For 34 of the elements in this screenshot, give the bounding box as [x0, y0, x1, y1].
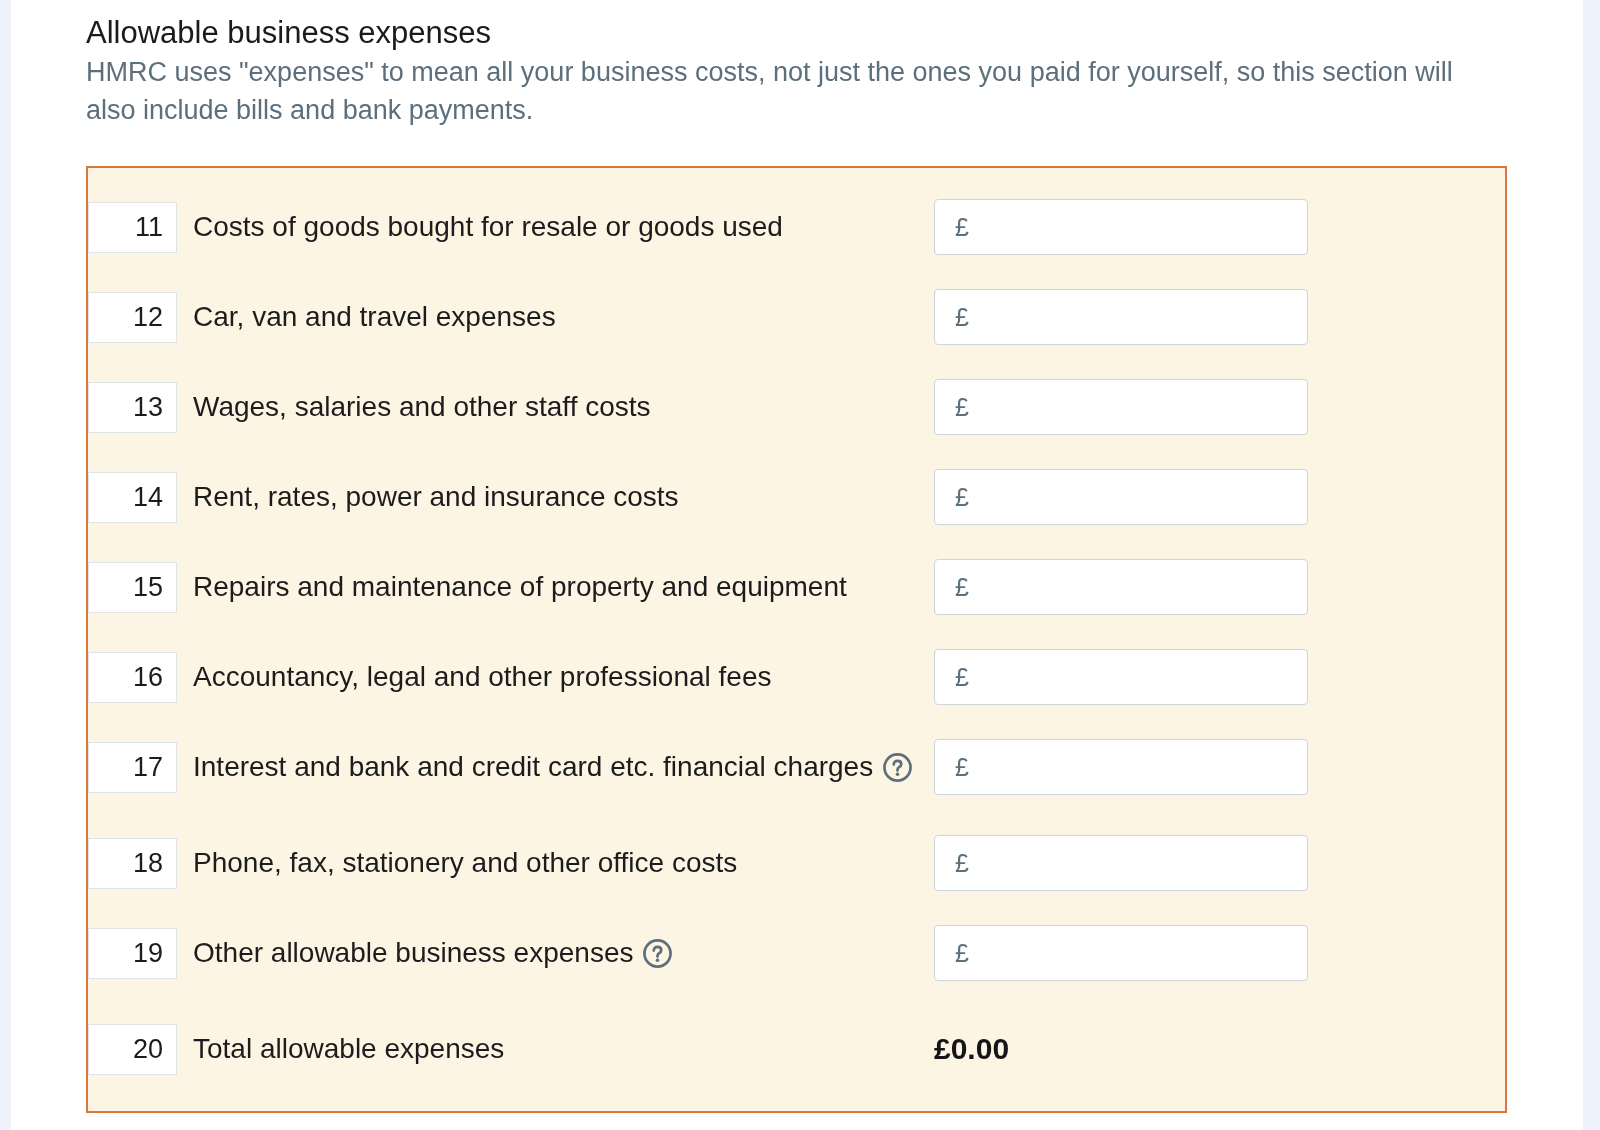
- line-label: Phone, fax, stationery and other office costs: [193, 846, 738, 880]
- line-label: Accountancy, legal and other professional fees: [193, 660, 772, 694]
- section-description: HMRC uses "expenses" to mean all your business costs, not just the ones you paid for yourself, so this section will also include bills and bank payments.: [86, 56, 1454, 127]
- section-title: Allowable business expenses: [86, 15, 491, 51]
- total-amount: £0.00: [934, 1032, 1010, 1066]
- line-label: Wages, salaries and other staff costs: [193, 390, 651, 424]
- line-label: Costs of goods bought for resale or goods used: [193, 210, 783, 244]
- line-label: Car, van and travel expenses: [193, 300, 556, 334]
- line-number: 14: [88, 471, 177, 523]
- amount-field[interactable]: £: [934, 289, 1308, 345]
- line-number: 17: [88, 741, 177, 793]
- help-icon[interactable]: [643, 938, 673, 968]
- line-label: Other allowable business expenses: [193, 936, 634, 970]
- amount-field[interactable]: £: [934, 739, 1308, 795]
- help-icon[interactable]: [883, 752, 913, 782]
- line-number: 19: [88, 927, 177, 979]
- line-number: 20: [88, 1023, 177, 1075]
- amount-field[interactable]: £: [934, 649, 1308, 705]
- amount-field[interactable]: £: [934, 559, 1308, 615]
- line-number: 15: [88, 561, 177, 613]
- amount-field[interactable]: £: [934, 379, 1308, 435]
- line-label: Rent, rates, power and insurance costs: [193, 480, 679, 514]
- amount-field[interactable]: £: [934, 469, 1308, 525]
- line-number: 11: [88, 201, 177, 253]
- line-number: 12: [88, 291, 177, 343]
- amount-field[interactable]: £: [934, 835, 1308, 891]
- amount-field[interactable]: £: [934, 925, 1308, 981]
- amount-field[interactable]: £: [934, 199, 1308, 255]
- line-number: 18: [88, 837, 177, 889]
- line-label: Interest and bank and credit card etc. financial charges: [193, 750, 874, 784]
- line-label: Repairs and maintenance of property and equipment: [193, 570, 847, 604]
- line-label: Total allowable expenses: [193, 1032, 505, 1066]
- line-number: 13: [88, 381, 177, 433]
- line-number: 16: [88, 651, 177, 703]
